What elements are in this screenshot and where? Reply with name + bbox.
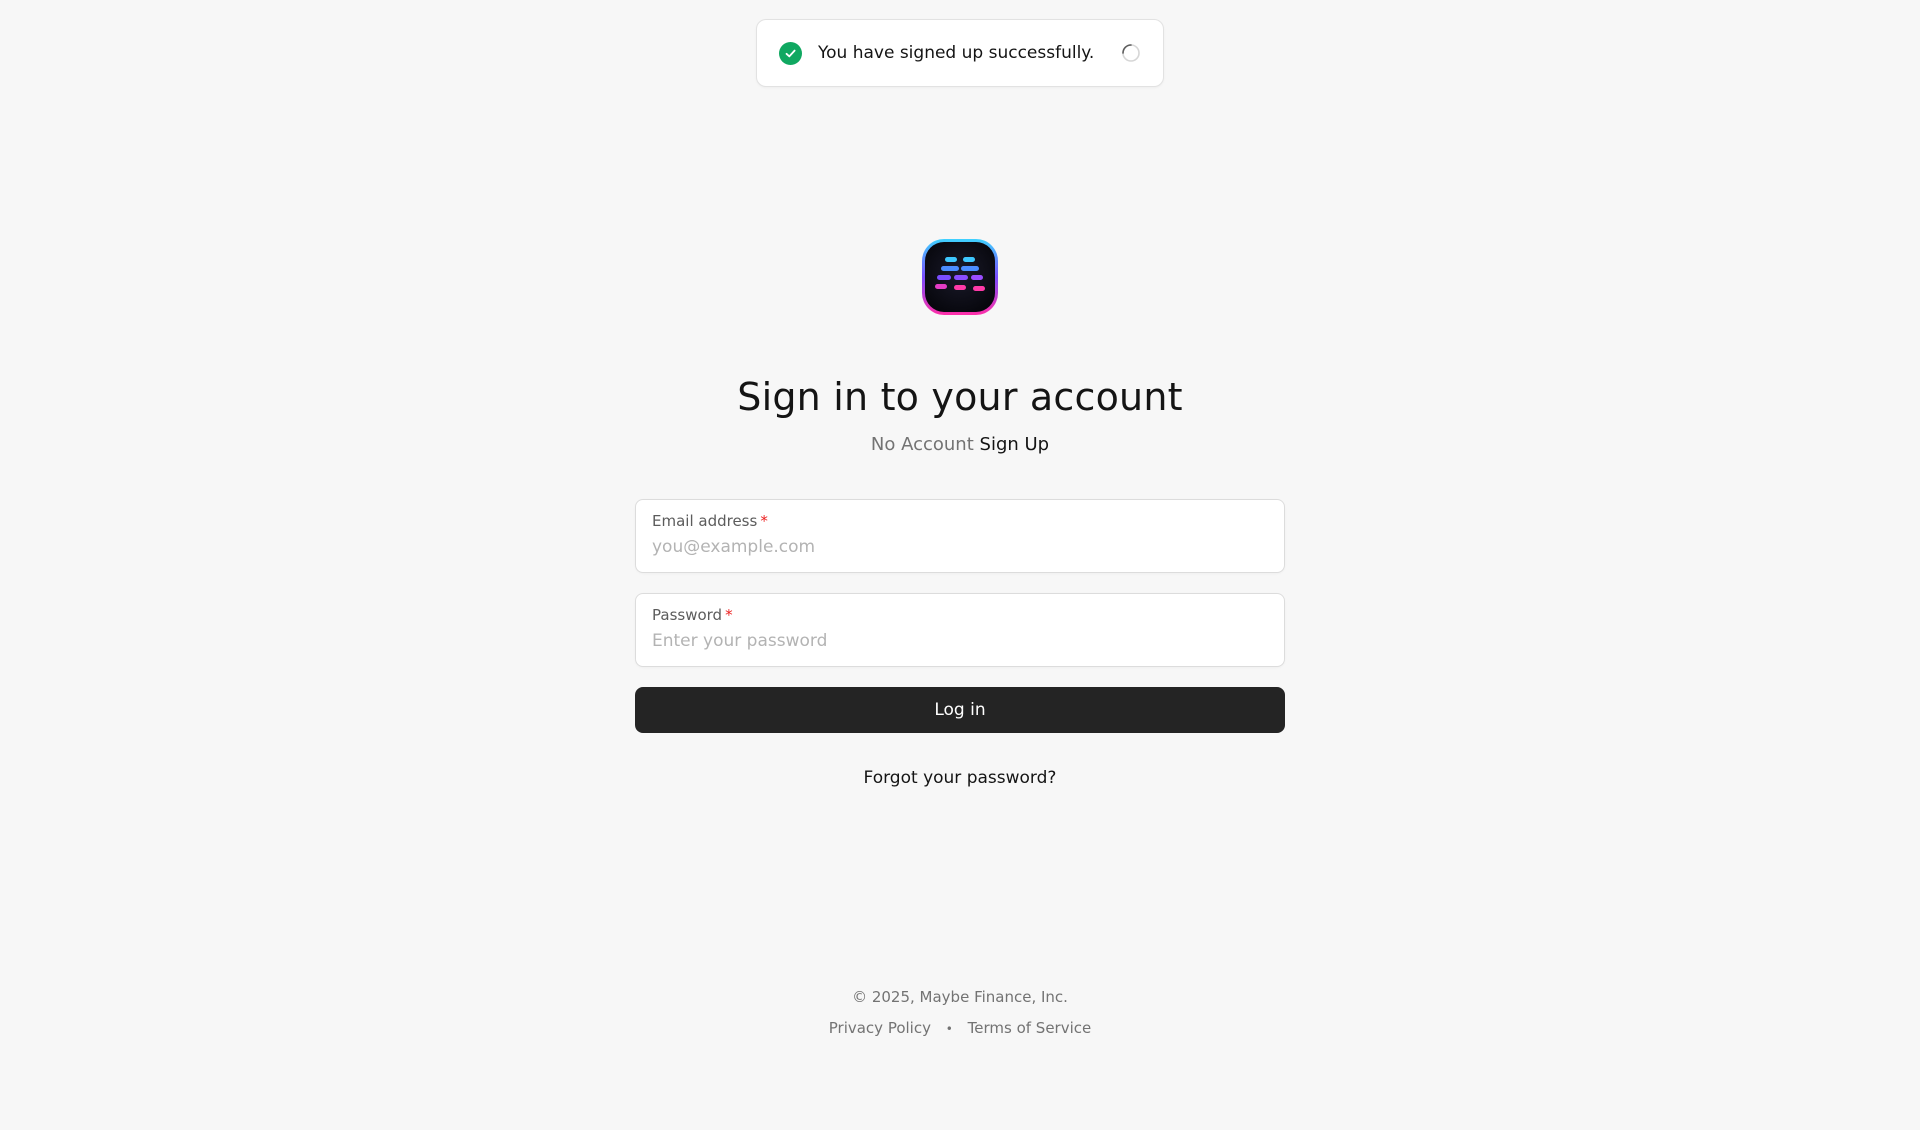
- no-account-text: No Account: [870, 434, 974, 455]
- privacy-policy-link[interactable]: Privacy Policy: [829, 1019, 931, 1037]
- toast-message: You have signed up successfully.: [818, 43, 1095, 63]
- footer-separator: •: [945, 1022, 953, 1036]
- password-label: Password *: [652, 606, 1268, 624]
- required-mark: *: [725, 606, 733, 624]
- terms-of-service-link[interactable]: Terms of Service: [968, 1019, 1092, 1037]
- copyright-text: © 2025, Maybe Finance, Inc.: [852, 988, 1068, 1006]
- password-label-text: Password: [652, 606, 723, 624]
- email-input[interactable]: [652, 537, 1268, 557]
- forgot-password-row: Forgot your password?: [0, 768, 1920, 788]
- loading-spinner-icon[interactable]: [1121, 43, 1141, 63]
- email-label: Email address *: [652, 512, 1268, 530]
- email-label-text: Email address: [652, 512, 758, 530]
- email-field[interactable]: Email address *: [635, 499, 1285, 573]
- footer-links: Privacy Policy • Terms of Service: [0, 1019, 1920, 1037]
- success-toast: You have signed up successfully.: [756, 19, 1164, 87]
- required-mark: *: [760, 512, 768, 530]
- forgot-password-link[interactable]: Forgot your password?: [864, 768, 1057, 788]
- sign-in-page: You have signed up successfully. Sign in…: [0, 0, 1920, 1130]
- password-field[interactable]: Password *: [635, 593, 1285, 667]
- password-input[interactable]: [652, 631, 1268, 651]
- maybe-logo-icon: [918, 236, 1002, 318]
- log-in-button[interactable]: Log in: [635, 687, 1285, 733]
- page-title: Sign in to your account: [737, 375, 1183, 419]
- sign-up-prompt: No Account Sign Up: [0, 434, 1920, 455]
- sign-up-link[interactable]: Sign Up: [980, 434, 1050, 455]
- check-circle-icon: [779, 41, 802, 65]
